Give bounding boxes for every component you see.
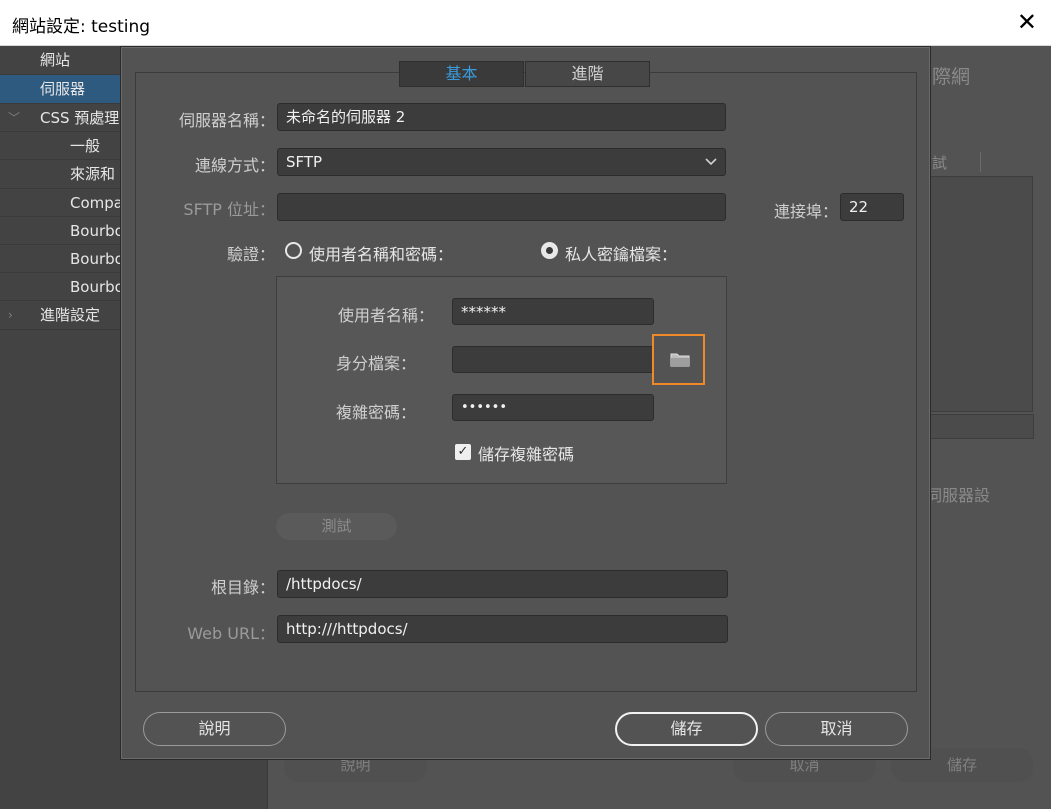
- window-title: 網站設定: testing: [12, 17, 151, 37]
- save-passphrase-label[interactable]: 儲存複雜密碼: [478, 441, 574, 465]
- radio-keyfile[interactable]: [541, 242, 558, 259]
- help-button[interactable]: 說明: [143, 712, 286, 746]
- sidebar-item-label: 網站: [40, 51, 71, 69]
- connection-label: 連線方式：: [194, 156, 275, 175]
- title-bar: 網站設定: testing ✕: [0, 0, 1051, 46]
- background-server-label: 伺服器設: [926, 486, 991, 505]
- background-heading: 際網: [932, 66, 971, 88]
- passphrase-label: 複雜密碼：: [335, 403, 416, 422]
- server-name-input[interactable]: 未命名的伺服器 2: [277, 103, 726, 131]
- tab-advanced[interactable]: 進階: [525, 61, 650, 87]
- sidebar-item-label: 來源和: [70, 165, 116, 183]
- port-label: 連接埠：: [773, 202, 838, 221]
- passphrase-input[interactable]: ••••••: [452, 394, 654, 421]
- port-input[interactable]: 22: [840, 193, 904, 221]
- username-label: 使用者名稱：: [337, 306, 434, 325]
- tab-basic[interactable]: 基本: [399, 61, 524, 87]
- sidebar-item-label: 一般: [70, 137, 101, 155]
- web-url-input[interactable]: http:///httpdocs/: [277, 615, 728, 643]
- save-passphrase-checkbox[interactable]: ✓: [455, 444, 471, 460]
- chevron-down-icon[interactable]: [705, 149, 717, 184]
- background-test-label: 試: [932, 154, 948, 172]
- sidebar-item-label: Bourbo: [70, 222, 124, 240]
- save-button[interactable]: 儲存: [615, 712, 758, 746]
- radio-keyfile-label[interactable]: 私人密鑰檔案：: [565, 241, 677, 265]
- column-divider: [980, 152, 981, 172]
- chevron-right-icon[interactable]: ›: [8, 301, 13, 329]
- sidebar-item-label: Compa: [70, 194, 123, 212]
- radio-password[interactable]: [285, 242, 302, 259]
- sidebar-item-label: 進階設定: [40, 306, 101, 324]
- close-icon[interactable]: ✕: [1017, 8, 1037, 36]
- folder-icon: [670, 351, 690, 371]
- identity-file-label: 身分檔案：: [335, 354, 416, 373]
- server-name-label: 伺服器名稱：: [178, 111, 275, 130]
- sidebar-item-label: Bourbo: [70, 250, 124, 268]
- username-input[interactable]: ******: [452, 298, 654, 325]
- test-button[interactable]: 測試: [276, 513, 397, 540]
- connection-select[interactable]: SFTP: [277, 148, 726, 176]
- connection-value: SFTP: [286, 153, 323, 171]
- sidebar-item-label: CSS 預處理: [40, 109, 120, 127]
- identity-file-input[interactable]: [452, 346, 654, 373]
- auth-label: 驗證：: [226, 245, 275, 264]
- browse-button[interactable]: [652, 334, 705, 385]
- cancel-button[interactable]: 取消: [765, 712, 908, 746]
- sftp-address-input[interactable]: [277, 193, 726, 221]
- root-dir-input[interactable]: /httpdocs/: [277, 570, 728, 598]
- sidebar-item-label: 伺服器: [40, 80, 86, 98]
- background-field: [930, 414, 1034, 439]
- sftp-address-label: SFTP 位址：: [183, 200, 275, 219]
- sidebar-item-label: Bourbo: [70, 278, 124, 296]
- root-dir-label: 根目錄：: [210, 578, 275, 597]
- radio-password-label[interactable]: 使用者名稱和密碼：: [309, 241, 453, 265]
- background-list: [930, 176, 1033, 412]
- chevron-down-icon[interactable]: ﹀: [8, 104, 20, 132]
- web-url-label: Web URL：: [187, 624, 275, 643]
